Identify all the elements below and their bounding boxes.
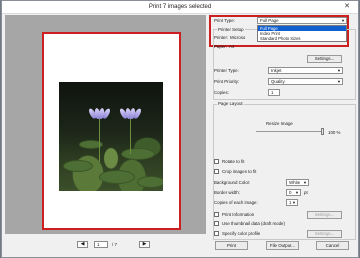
print-type-value: Full Page (260, 18, 279, 23)
chevron-down-icon: ▼ (295, 190, 299, 195)
background-color-select[interactable]: White ▼ (286, 179, 309, 186)
copies-each-select[interactable]: 1 ▼ (286, 199, 298, 206)
close-icon[interactable]: ✕ (339, 2, 355, 12)
print-type-select[interactable]: Full Page ▼ (257, 17, 347, 24)
paper-preview (42, 32, 181, 230)
cancel-button[interactable]: Cancel (316, 241, 349, 250)
chevron-down-icon: ▼ (337, 79, 341, 84)
resize-image-label: Resize Image (266, 121, 293, 126)
background-color-label: Background Color: (214, 180, 251, 185)
crop-label: Crop images to fit (222, 169, 257, 174)
print-info-checkbox[interactable] (214, 212, 219, 217)
title-bar: Print 7 images selected ✕ (2, 1, 358, 14)
rotate-checkbox[interactable] (214, 159, 219, 164)
page-navigation: ◀ 1 / 7 ▶ (2, 239, 207, 251)
option-standard-photo-sizes[interactable]: Standard Photo Sizes (258, 36, 346, 41)
printer-value: Microso (230, 35, 246, 40)
color-profile-label: Specify color profile (222, 231, 261, 236)
copies-stepper[interactable]: 1 (268, 89, 280, 96)
chevron-down-icon: ▼ (337, 68, 341, 73)
print-info-label: Print Information (222, 212, 255, 217)
print-preview (5, 15, 206, 234)
printer-setup-label: Printer Setup (217, 27, 245, 32)
chevron-down-icon: ▼ (292, 200, 296, 205)
border-width-select[interactable]: 0 ▼ (286, 189, 301, 196)
paper-label: Paper: (214, 44, 227, 49)
copies-each-label: Copies of each image: (214, 200, 258, 205)
settings-panel: Print Type: Full Page ▼ Printer Setup Pr… (211, 15, 358, 240)
print-dialog: Print 7 images selected ✕ ◀ 1 / 7 ▶ Prin… (1, 0, 359, 258)
flower-icon (87, 107, 112, 120)
thumbnail-label: Use thumbnail data (draft mode) (222, 221, 285, 226)
printer-type-label: Printer Type: (214, 68, 239, 73)
page-total: / 7 (112, 242, 118, 247)
paper-value: A4 (229, 44, 235, 49)
lily-pad (137, 176, 163, 188)
lily-pad (121, 148, 155, 160)
chevron-down-icon: ▼ (303, 180, 307, 185)
lily-pad (99, 170, 135, 184)
print-priority-select[interactable]: Quality ▼ (268, 78, 343, 85)
printer-label: Printer: (214, 35, 229, 40)
color-profile-settings-button[interactable]: Settings... (307, 230, 342, 238)
resize-value: 100 % (328, 130, 341, 135)
print-button[interactable]: Print (215, 241, 248, 250)
page-number-select[interactable]: 1 (94, 241, 108, 248)
resize-slider-track[interactable] (256, 131, 324, 132)
crop-checkbox[interactable] (214, 169, 219, 174)
print-info-settings-button[interactable]: Settings... (307, 211, 342, 219)
thumbnail-checkbox[interactable] (214, 221, 219, 226)
border-width-label: Border width: (214, 190, 240, 195)
next-page-button[interactable]: ▶ (139, 241, 150, 248)
print-type-label: Print Type: (214, 18, 235, 23)
previous-page-button[interactable]: ◀ (77, 241, 88, 248)
print-priority-label: Print Priority: (214, 79, 240, 84)
rotate-label: Rotate to fit (222, 159, 245, 164)
border-unit: pt (304, 190, 308, 195)
page-layout-label: Page Layout (217, 101, 244, 106)
border-width-value: 0 (289, 190, 292, 195)
chevron-down-icon: ▼ (341, 18, 345, 23)
printer-type-value: Inkjet (271, 68, 282, 73)
window-title: Print 7 images selected (148, 4, 212, 10)
printer-type-select[interactable]: Inkjet ▼ (268, 67, 343, 74)
background-color-value: White (289, 180, 301, 185)
resize-slider-handle[interactable] (321, 128, 324, 135)
flower-stem (130, 118, 131, 154)
file-output-button[interactable]: File Output... (266, 241, 299, 250)
printer-settings-button[interactable]: Settings... (307, 55, 342, 63)
photo-preview (59, 82, 163, 191)
lily-pad (63, 160, 93, 172)
flower-stem (99, 118, 100, 162)
flower-icon (118, 107, 143, 120)
color-profile-checkbox[interactable] (214, 231, 219, 236)
print-type-dropdown[interactable]: Full Page Index Print Standard Photo Siz… (257, 25, 347, 42)
copies-label: Copies: (214, 90, 229, 95)
print-priority-value: Quality (271, 79, 285, 84)
